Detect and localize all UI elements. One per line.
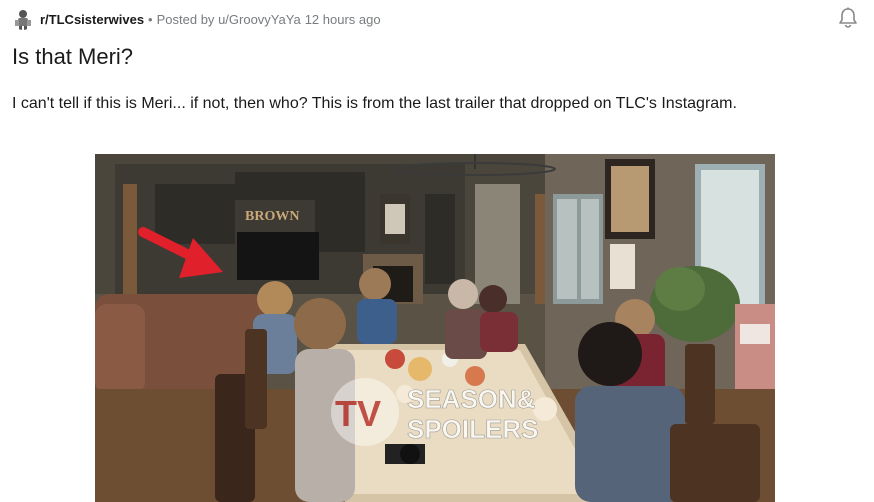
watermark: TV SEASON& SPOILERS: [331, 378, 539, 446]
author-link[interactable]: u/GroovyYaYa: [218, 12, 301, 27]
post-card[interactable]: r/TLCsisterwives • Posted by u/GroovyYaY…: [0, 0, 874, 502]
post-body: I can't tell if this is Meri... if not, …: [12, 95, 737, 112]
post-title[interactable]: Is that Meri?: [12, 44, 133, 70]
bell-icon[interactable]: [836, 6, 860, 30]
subreddit-link[interactable]: r/TLCsisterwives: [40, 12, 144, 27]
meta-separator: •: [148, 11, 153, 27]
watermark-tv-text: TV: [335, 393, 381, 434]
post-timestamp[interactable]: 12 hours ago: [305, 12, 381, 27]
post-image[interactable]: BROWN TV SEASON& SPOILERS: [95, 154, 775, 502]
post-meta-row: r/TLCsisterwives • Posted by u/GroovyYaY…: [12, 6, 381, 32]
wall-sign-text: BROWN: [245, 209, 299, 224]
posted-by-label: Posted by: [156, 11, 215, 27]
subreddit-avatar-icon[interactable]: [12, 8, 34, 30]
watermark-line1-text: SEASON&: [407, 384, 536, 414]
watermark-line2-text: SPOILERS: [407, 414, 538, 444]
